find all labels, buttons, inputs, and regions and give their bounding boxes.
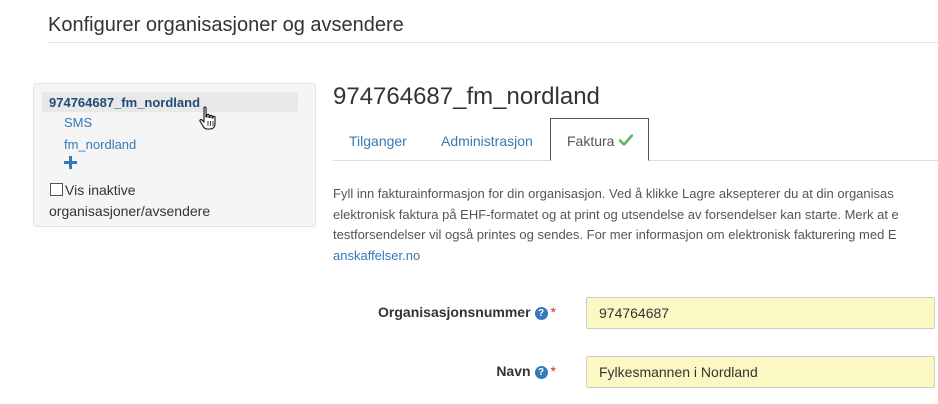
tab-administrasjon[interactable]: Administrasjon bbox=[441, 133, 533, 149]
navn-label: Navn? * bbox=[496, 363, 556, 379]
intro-line: elektronisk faktura på EHF-formatet og a… bbox=[333, 206, 899, 222]
sidebar-item-sms[interactable]: SMS bbox=[64, 115, 92, 130]
orgnr-label: Organisasjonsnummer? * bbox=[378, 304, 556, 320]
org-sidebar: 974764687_fm_nordland SMS fm_nordland Vi… bbox=[33, 83, 316, 227]
check-icon bbox=[619, 134, 633, 146]
page-title: Konfigurer organisasjoner og avsendere bbox=[48, 14, 404, 36]
hand-cursor-icon bbox=[199, 106, 216, 130]
question-icon[interactable]: ? bbox=[534, 307, 548, 320]
sidebar-item-label: 974764687_fm_nordland bbox=[49, 95, 201, 110]
required-marker: * bbox=[550, 304, 556, 320]
sidebar-item-selected-org[interactable]: 974764687_fm_nordland bbox=[42, 92, 298, 112]
orgnr-label-text: Organisasjonsnummer bbox=[378, 304, 531, 320]
anskaffelser-link[interactable]: anskaffelser.no bbox=[333, 248, 420, 263]
billing-intro-text: Fyll inn fakturainformasjon for din orga… bbox=[333, 184, 938, 268]
sidebar-item-fm-nordland[interactable]: fm_nordland bbox=[64, 137, 136, 152]
plus-icon[interactable] bbox=[64, 156, 78, 170]
intro-line: testforsendelser vil også printes og sen… bbox=[333, 227, 897, 242]
orgnr-field[interactable]: 974764687 bbox=[586, 297, 935, 329]
title-divider bbox=[48, 42, 938, 43]
navn-label-text: Navn bbox=[496, 363, 531, 379]
question-icon[interactable]: ? bbox=[534, 366, 548, 379]
tab-faktura[interactable]: Faktura bbox=[550, 118, 649, 161]
org-heading: 974764687_fm_nordland bbox=[333, 83, 600, 110]
tab-faktura-label: Faktura bbox=[567, 133, 615, 149]
intro-line: Fyll inn fakturainformasjon for din orga… bbox=[333, 186, 894, 201]
page: Konfigurer organisasjoner og avsendere 9… bbox=[0, 0, 938, 404]
show-inactive-label: Vis inaktive organisasjoner/avsendere bbox=[49, 182, 211, 219]
tab-tilganger[interactable]: Tilganger bbox=[349, 133, 407, 149]
navn-field[interactable]: Fylkesmannen i Nordland bbox=[586, 356, 935, 388]
required-marker: * bbox=[550, 363, 556, 379]
